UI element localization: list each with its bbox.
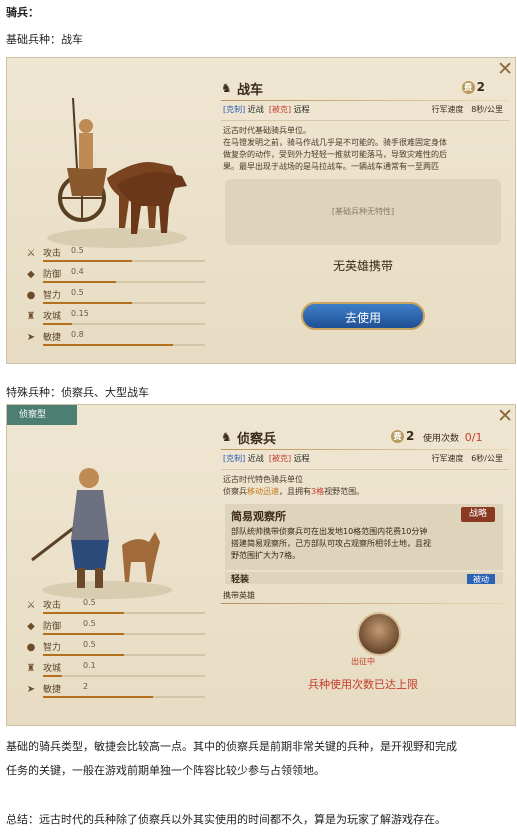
scout-stats: ⚔ 攻击 0.5 ◆ 防御 0.5 ● 智力 0.5 ♜ 攻城 0.1 ➤ 敏捷… [25, 598, 205, 703]
strategy-badge: 战略 [460, 507, 495, 522]
use-button[interactable]: 去使用 [301, 302, 425, 330]
type-badge: 侦察型 [7, 405, 77, 425]
brain-icon: ● [26, 642, 36, 653]
sword-icon: ⚔ [26, 248, 36, 259]
hero-avatar[interactable] [357, 612, 401, 656]
counter-info: [克制] 近战 [被克] 远程 [223, 454, 310, 463]
carry-hero-label: 携带英雄 [223, 591, 255, 600]
stat-attack: ⚔ 攻击 0.5 [25, 598, 205, 619]
unit-name: 侦察兵 [237, 432, 277, 447]
counter-info: [克制] 近战 [被克] 远程 [223, 105, 310, 114]
scout-illustration [31, 468, 172, 599]
stat-siege: ♜ 攻城 0.15 [25, 309, 205, 330]
no-hero-text: 无英雄携带 [332, 259, 393, 273]
sword-icon: ⚔ [26, 600, 36, 611]
stat-siege: ♜ 攻城 0.1 [25, 661, 205, 682]
chariot-info-panel: ♞ 战车 费2 [克制] 近战 [被克] 远程 行军速度 8秒/公里 远古时代基… [217, 78, 509, 330]
cost: 费2 [461, 80, 485, 94]
summary: 总结：远古时代的兵种除了侦察兵以外其实使用的时间都不久，算是为玩家了解游戏存在。 [6, 813, 446, 826]
cavalry-heading: 骑兵： [6, 6, 39, 19]
tower-icon: ♜ [26, 663, 36, 674]
horse-icon: ♞ [221, 430, 232, 444]
skill-box: 简易观察所 战略 部队统帅携带侦察兵可在出发地10格范围内花费10分钟 搭建简易… [225, 504, 503, 570]
stat-defense: ◆ 防御 0.4 [25, 267, 205, 288]
stat-intellect: ● 智力 0.5 [25, 640, 205, 661]
scout-card: 侦察型 ✕ ⚔ 攻击 0.5 ◆ 防御 0.5 ● 智力 0.5 ♜ 攻城 0.… [6, 404, 516, 726]
stat-attack: ⚔ 攻击 0.5 [25, 246, 205, 267]
paragraph-line2: 任务的关键，一般在游戏前期单独一个阵容比较少参与占领领地。 [6, 764, 325, 777]
horse-icon: ♞ [221, 81, 232, 95]
chariot-illustration [47, 97, 187, 248]
stat-defense: ◆ 防御 0.5 [25, 619, 205, 640]
shield-icon: ◆ [27, 621, 35, 632]
stat-intellect: ● 智力 0.5 [25, 288, 205, 309]
unit-description: 远古时代特色骑兵单位 侦察兵移动迅速，且拥有3格视野范围。 [223, 475, 365, 496]
march-speed: 行军速度 6秒/公里 [431, 454, 503, 463]
paragraph-line1: 基础的骑兵类型，敏捷会比较高一点。其中的侦察兵是前期非常关键的兵种，是开视野和完… [6, 740, 457, 753]
limit-text: 兵种使用次数已达上限 [308, 678, 418, 691]
skill-text: 部队统帅携带侦察兵可在出发地10格范围内花费10分钟 搭建简易观察所，己方部队可… [231, 527, 431, 560]
passive-badge: 被动 [467, 574, 495, 584]
brain-icon: ● [26, 290, 36, 301]
close-icon[interactable]: ✕ [497, 405, 513, 427]
stat-agility: ➤ 敏捷 0.8 [25, 330, 205, 351]
stat-agility: ➤ 敏捷 2 [25, 682, 205, 703]
basic-unit-label: 基础兵种：战车 [6, 33, 83, 46]
unit-description: 远古时代基础骑兵单位。 在马镫发明之前，骑马作战几乎是不可能的。骑手很难固定身体… [223, 126, 447, 171]
shield-icon: ◆ [27, 269, 35, 280]
scout-info-panel: ♞ 侦察兵 费2 使用次数 0/1 [克制] 近战 [被克] 远程 行军速度 6… [217, 427, 509, 692]
boot-icon: ➤ [26, 332, 36, 343]
skill2-box: 轻装 被动 [225, 572, 503, 584]
special-unit-label: 特殊兵种：侦察兵、大型战车 [6, 386, 149, 399]
chariot-stats: ⚔ 攻击 0.5 ◆ 防御 0.4 ● 智力 0.5 ♜ 攻城 0.15 ➤ 敏… [25, 246, 205, 351]
unit-name: 战车 [237, 83, 264, 98]
use-count: 使用次数 0/1 [423, 431, 483, 444]
boot-icon: ➤ [26, 684, 36, 695]
trait-box: [基础兵种无特性] [225, 179, 501, 245]
cost-coin-icon: 费 [461, 81, 475, 94]
cost: 费2 [391, 429, 414, 443]
march-speed: 行军速度 8秒/公里 [431, 105, 503, 114]
cost-coin-icon: 费 [391, 430, 404, 443]
hero-status: 出征中 [351, 657, 375, 666]
chariot-card: ✕ ⚔ 攻击 0.5 ◆ 防御 0.4 ● 智力 0.5 ♜ 攻城 0.15 ➤… [6, 57, 516, 364]
close-icon[interactable]: ✕ [497, 58, 513, 80]
hero-slot[interactable]: 出征中 [217, 604, 509, 668]
tower-icon: ♜ [26, 311, 36, 322]
